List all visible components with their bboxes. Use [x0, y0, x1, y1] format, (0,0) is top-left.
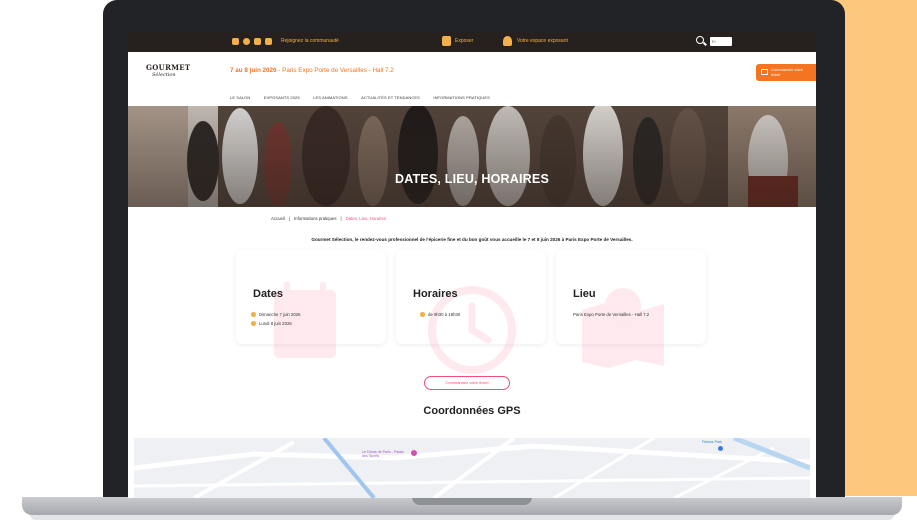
- gps-section-title: Coordonnées GPS: [423, 405, 521, 417]
- site-header: GOURMET Sélection 7 au 8 juin 2026 - Par…: [128, 52, 816, 106]
- map-tiles: [134, 438, 810, 498]
- nav-item-le-salon[interactable]: LE SALON: [230, 95, 250, 100]
- card-place-title: Lieu: [573, 288, 596, 300]
- card-hours-title: Horaires: [413, 288, 458, 300]
- language-select[interactable]: Fr: [710, 37, 732, 46]
- breadcrumb: Accueil | Informations pratiques | Dates, Li…: [271, 216, 386, 221]
- place-text: Paris Expo Porte de Versailles - Hall 7.…: [573, 312, 650, 317]
- nav-item-exposants[interactable]: EXPOSANTS 2025: [264, 95, 300, 100]
- users-icon: [503, 36, 512, 46]
- stand-icon: [442, 36, 451, 46]
- order-ticket-button[interactable]: Commander votre ticket: [756, 64, 816, 81]
- map-label-fitness: Fitness Park: [702, 440, 722, 444]
- nav-item-informations[interactable]: INFORMATIONS PRATIQUES: [433, 95, 490, 100]
- bullet-dot: [251, 321, 256, 326]
- instagram-icon[interactable]: [232, 38, 239, 45]
- card-dates-title: Dates: [253, 288, 283, 300]
- event-dateline: 7 au 8 juin 2026 - Paris Expo Porte de V…: [230, 67, 394, 74]
- bullet-dot: [420, 312, 425, 317]
- breadcrumb-current: Dates, Lieu, Horaires: [345, 216, 386, 221]
- search-icon[interactable]: [696, 36, 704, 44]
- gps-map[interactable]: Le Dôme de Paris - Palais des Sports Fit…: [134, 438, 810, 498]
- card-dates: Dates Dimanche 7 juin 2026 Lundi 8 juin …: [236, 250, 386, 358]
- card-hours: Horaires de 9h30 à 18h30: [396, 250, 546, 374]
- logo-line2: Sélection: [152, 72, 176, 78]
- logo-line1: GOURMET: [146, 63, 191, 72]
- join-community-link[interactable]: Rejoignez la communauté: [281, 38, 339, 44]
- ticket-icon: [761, 69, 768, 75]
- top-bar: Rejoignez la communauté Exposer Votre es…: [128, 32, 816, 52]
- bullet-dot: [251, 312, 256, 317]
- order-ticket-label: Commander votre ticket: [771, 67, 804, 77]
- hero-overlay: [128, 106, 816, 207]
- intro-text: Gourmet Sélection, le rendez-vous profes…: [311, 237, 633, 242]
- exposer-link[interactable]: Exposer: [455, 38, 473, 44]
- breadcrumb-section[interactable]: Informations pratiques: [294, 216, 337, 221]
- hero-banner: DATES, LIEU, HORAIRES: [128, 106, 816, 207]
- laptop-shadow: [30, 515, 894, 520]
- map-label-dome: Le Dôme de Paris - Palais des Sports: [362, 450, 404, 458]
- nav-item-actualites[interactable]: ACTUALITÉS ET TENDANCES: [361, 95, 420, 100]
- exhibitor-space-link[interactable]: Votre espace exposant: [517, 38, 568, 44]
- event-location: - Paris Expo Porte de Versailles - Hall …: [276, 67, 394, 74]
- venue-pin-icon[interactable]: [411, 450, 417, 456]
- laptop-screen: Rejoignez la communauté Exposer Votre es…: [128, 32, 816, 498]
- hours-item: de 9h30 à 18h30: [420, 312, 460, 317]
- card-place: Lieu Paris Expo Porte de Versailles - Ha…: [556, 250, 706, 368]
- facebook-icon[interactable]: [243, 38, 250, 45]
- page-title: DATES, LIEU, HORAIRES: [395, 172, 549, 186]
- youtube-icon[interactable]: [265, 38, 272, 45]
- event-dates: 7 au 8 juin 2026: [230, 67, 277, 74]
- date-item: Dimanche 7 juin 2026: [251, 312, 301, 317]
- nav-item-animations[interactable]: LES ANIMATIONS: [313, 95, 347, 100]
- order-ticket-outline-button[interactable]: Commandez votre ticket: [424, 376, 510, 390]
- gourmet-selection-logo[interactable]: GOURMET Sélection: [146, 63, 191, 84]
- gym-pin-icon[interactable]: [718, 446, 723, 451]
- laptop-notch: [412, 497, 532, 505]
- linkedin-icon[interactable]: [254, 38, 261, 45]
- main-nav: LE SALON EXPOSANTS 2025 LES ANIMATIONS A…: [230, 86, 499, 104]
- breadcrumb-home[interactable]: Accueil: [271, 216, 285, 221]
- date-item: Lundi 8 juin 2026: [251, 321, 292, 326]
